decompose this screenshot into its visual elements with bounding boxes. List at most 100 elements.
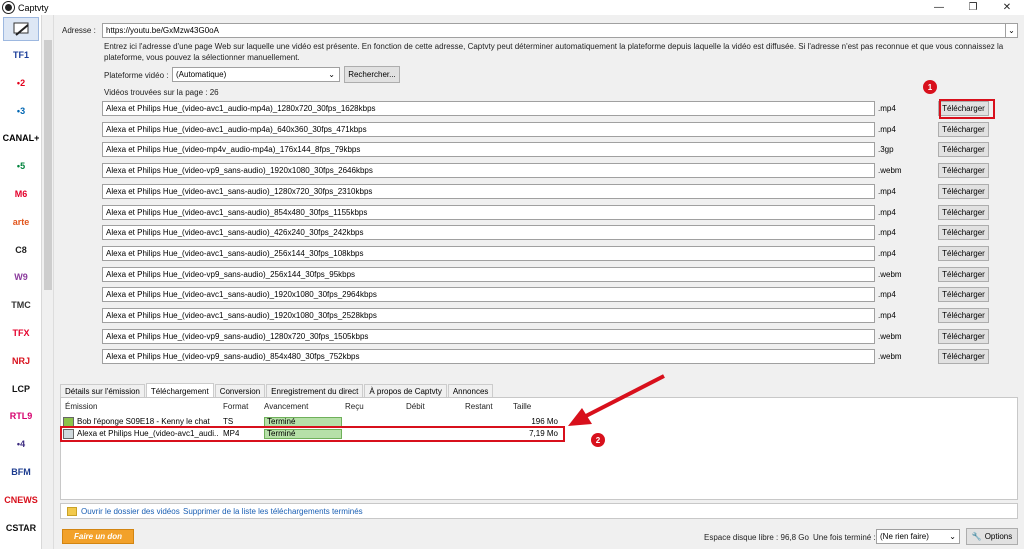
when-done-select[interactable]: (Ne rien faire) ⌄ bbox=[876, 529, 960, 544]
video-row: Alexa et Philips Hue_(video-vp9_sans-aud… bbox=[102, 349, 992, 365]
download-button[interactable]: Télécharger bbox=[938, 204, 989, 220]
video-name-field[interactable]: Alexa et Philips Hue_(video-avc1_audio-m… bbox=[102, 101, 875, 116]
channel-logo-arte[interactable]: arte bbox=[4, 212, 38, 232]
title-bar: Captvty — ❐ ✕ bbox=[0, 0, 1024, 15]
clear-list-link[interactable]: Supprimer de la liste les téléchargement… bbox=[183, 507, 363, 516]
channel-logo-lcp[interactable]: LCP bbox=[4, 379, 38, 399]
video-name-field[interactable]: Alexa et Philips Hue_(video-avc1_sans-au… bbox=[102, 287, 875, 303]
download-button[interactable]: Télécharger bbox=[938, 266, 989, 282]
open-folder-link[interactable]: Ouvrir le dossier des vidéos bbox=[81, 507, 180, 516]
channel-logo-c8[interactable]: C8 bbox=[4, 240, 38, 260]
minimize-button[interactable]: — bbox=[922, 0, 956, 15]
column-header[interactable]: Émission bbox=[65, 402, 97, 411]
video-name-field[interactable]: Alexa et Philips Hue_(video-avc1_sans-au… bbox=[102, 183, 875, 199]
video-name-field[interactable]: Alexa et Philips Hue_(video-vp9_sans-aud… bbox=[102, 328, 875, 344]
download-button[interactable]: Télécharger bbox=[938, 308, 989, 323]
channel-logo-3[interactable]: •3 bbox=[4, 101, 38, 121]
download-button[interactable]: Télécharger bbox=[938, 142, 989, 158]
video-row: Alexa et Philips Hue_(video-avc1_audio-m… bbox=[102, 101, 992, 117]
options-button[interactable]: 🔧 Options bbox=[966, 528, 1018, 545]
address-help-text: Entrez ici l'adresse d'une page Web sur … bbox=[104, 42, 1004, 62]
tab-2[interactable]: Conversion bbox=[214, 384, 266, 398]
close-button[interactable]: ✕ bbox=[990, 0, 1024, 15]
column-header[interactable]: Débit bbox=[406, 402, 425, 411]
video-row: Alexa et Philips Hue_(video-vp9_sans-aud… bbox=[102, 266, 992, 283]
video-extension: .mp4 bbox=[878, 207, 896, 217]
channel-logo-tmc[interactable]: TMC bbox=[4, 295, 38, 315]
column-header[interactable]: Avancement bbox=[264, 402, 308, 411]
channel-logo-nrj[interactable]: NRJ bbox=[4, 351, 38, 371]
size-cell: 196 Mo bbox=[531, 417, 558, 426]
search-button[interactable]: Rechercher... bbox=[344, 66, 400, 83]
channel-logo-2[interactable]: •2 bbox=[4, 73, 38, 93]
column-header[interactable]: Restant bbox=[465, 402, 493, 411]
video-name-field[interactable]: Alexa et Philips Hue_(video-vp9_sans-aud… bbox=[102, 266, 875, 282]
channel-logo-tfx[interactable]: TFX bbox=[4, 323, 38, 343]
video-row: Alexa et Philips Hue_(video-avc1_sans-au… bbox=[102, 287, 992, 303]
column-header[interactable]: Format bbox=[223, 402, 248, 411]
chevron-down-icon: ⌄ bbox=[328, 70, 335, 79]
platform-value: (Automatique) bbox=[176, 70, 227, 79]
channel-logo-5[interactable]: •5 bbox=[4, 156, 38, 176]
channel-logo-canal[interactable]: CANAL+ bbox=[3, 128, 40, 148]
video-name-field[interactable]: Alexa et Philips Hue_(video-avc1_sans-au… bbox=[102, 225, 875, 241]
channel-logo-cnews[interactable]: CNEWS bbox=[4, 490, 38, 510]
channel-logo-tf1[interactable]: TF1 bbox=[4, 45, 38, 65]
video-row: Alexa et Philips Hue_(video-avc1_sans-au… bbox=[102, 308, 992, 324]
annotation-badge-2: 2 bbox=[591, 433, 605, 447]
video-row: Alexa et Philips Hue_(video-vp9_sans-aud… bbox=[102, 163, 992, 179]
channel-logo-4[interactable]: •4 bbox=[4, 434, 38, 454]
options-label: Options bbox=[984, 532, 1013, 541]
tab-5[interactable]: Annonces bbox=[447, 384, 494, 398]
video-extension: .webm bbox=[878, 331, 902, 341]
channel-logo-bfm[interactable]: BFM bbox=[4, 462, 38, 482]
video-extension: .mp4 bbox=[878, 124, 896, 134]
sidebar-scrollbar[interactable] bbox=[42, 15, 54, 549]
column-header[interactable]: Reçu bbox=[345, 402, 364, 411]
when-done-value: (Ne rien faire) bbox=[880, 532, 929, 541]
address-label: Adresse : bbox=[62, 26, 96, 35]
video-name-field[interactable]: Alexa et Philips Hue_(video-vp9_sans-aud… bbox=[102, 349, 875, 365]
download-button[interactable]: Télécharger bbox=[938, 225, 989, 241]
channel-logo-m6[interactable]: M6 bbox=[4, 184, 38, 204]
url-tool-button[interactable] bbox=[3, 17, 39, 41]
download-button[interactable]: Télécharger bbox=[938, 287, 989, 303]
tab-1[interactable]: Téléchargement bbox=[145, 383, 214, 398]
tab-3[interactable]: Enregistrement du direct bbox=[266, 384, 364, 398]
video-row: Alexa et Philips Hue_(video-mp4v_audio-m… bbox=[102, 142, 992, 158]
platform-label: Plateforme vidéo : bbox=[104, 71, 169, 80]
format-cell: TS bbox=[223, 417, 234, 426]
download-button[interactable]: Télécharger bbox=[938, 245, 989, 261]
video-extension: .mp4 bbox=[878, 228, 896, 238]
folder-icon bbox=[67, 507, 77, 516]
channel-logo-rtl9[interactable]: RTL9 bbox=[4, 406, 38, 426]
video-extension: .mp4 bbox=[878, 186, 896, 196]
video-name-field[interactable]: Alexa et Philips Hue_(video-mp4v_audio-m… bbox=[102, 142, 875, 158]
sidebar-scroll-thumb[interactable] bbox=[44, 40, 52, 290]
download-button[interactable]: Télécharger bbox=[938, 349, 989, 365]
download-button[interactable]: Télécharger bbox=[938, 328, 989, 344]
video-name-field[interactable]: Alexa et Philips Hue_(video-avc1_audio-m… bbox=[102, 121, 875, 137]
video-name-field[interactable]: Alexa et Philips Hue_(video-avc1_sans-au… bbox=[102, 204, 875, 220]
video-name-field[interactable]: Alexa et Philips Hue_(video-avc1_sans-au… bbox=[102, 308, 875, 323]
address-input[interactable]: https://youtu.be/GxMzw43G0oA bbox=[102, 23, 1018, 38]
video-row: Alexa et Philips Hue_(video-avc1_sans-au… bbox=[102, 245, 992, 262]
maximize-button[interactable]: ❐ bbox=[956, 0, 990, 15]
download-button[interactable]: Télécharger bbox=[938, 121, 989, 137]
download-button[interactable]: Télécharger bbox=[938, 163, 989, 179]
column-header[interactable]: Taille bbox=[513, 402, 531, 411]
donate-button[interactable]: Faire un don bbox=[62, 529, 134, 544]
video-name-field[interactable]: Alexa et Philips Hue_(video-vp9_sans-aud… bbox=[102, 163, 875, 179]
video-name-field[interactable]: Alexa et Philips Hue_(video-avc1_sans-au… bbox=[102, 245, 875, 261]
platform-select[interactable]: (Automatique) ⌄ bbox=[172, 67, 340, 82]
download-button[interactable]: Télécharger bbox=[938, 183, 989, 199]
footer-bar: Faire un don Espace disque libre : 96,8 … bbox=[54, 526, 1024, 549]
tab-0[interactable]: Détails sur l'émission bbox=[60, 384, 145, 398]
address-dropdown[interactable]: ⌄ bbox=[1005, 23, 1018, 38]
video-row: Alexa et Philips Hue_(video-avc1_sans-au… bbox=[102, 204, 992, 221]
video-extension: .webm bbox=[878, 166, 902, 176]
channel-logo-w9[interactable]: W9 bbox=[4, 267, 38, 287]
channel-logo-cstar[interactable]: CSTAR bbox=[4, 518, 38, 538]
video-row: Alexa et Philips Hue_(video-avc1_audio-m… bbox=[102, 121, 992, 138]
tab-4[interactable]: À propos de Captvty bbox=[364, 384, 447, 398]
